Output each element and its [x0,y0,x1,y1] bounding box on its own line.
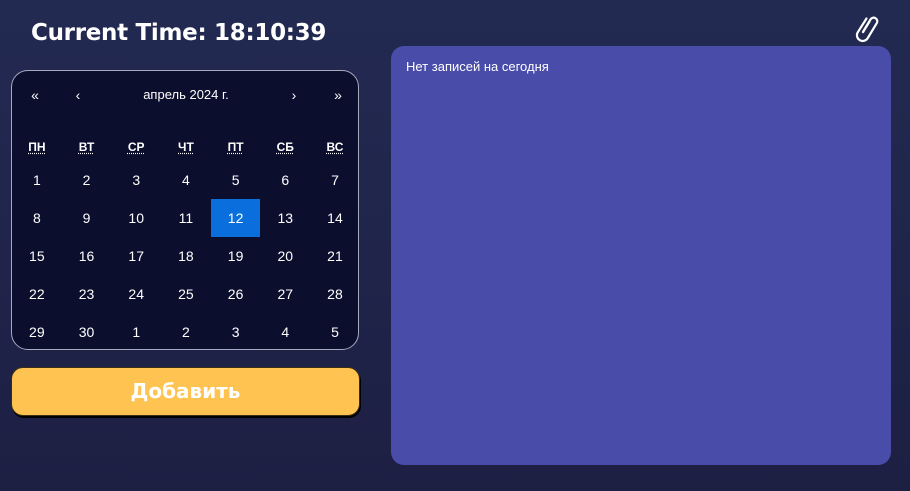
calendar-day[interactable]: 11 [161,199,211,237]
weekday-label: ПН [28,140,46,154]
calendar-day[interactable]: 21 [310,237,360,275]
calendar-day[interactable]: 16 [62,237,112,275]
prev-year-button[interactable]: « [20,83,50,107]
calendar-day[interactable]: 17 [111,237,161,275]
notes-panel: Нет записей на сегодня [391,46,891,465]
calendar-day[interactable]: 7 [310,161,360,199]
weekday-label: ВС [326,140,344,154]
calendar-day[interactable]: 26 [211,275,261,313]
calendar: « ‹ апрель 2024 г. › » ПН ВТ СР ЧТ ПТ СБ… [11,70,359,350]
calendar-day[interactable]: 19 [211,237,261,275]
calendar-day[interactable]: 28 [310,275,360,313]
calendar-day[interactable]: 24 [111,275,161,313]
month-label[interactable]: апрель 2024 г. [122,83,250,107]
calendar-day[interactable]: 9 [62,199,112,237]
weekday-label: ВТ [78,140,95,154]
calendar-day[interactable]: 3 [111,161,161,199]
calendar-day[interactable]: 20 [260,237,310,275]
weekday-header: ПН ВТ СР ЧТ ПТ СБ ВС [12,135,360,159]
weekday-label: ЧТ [178,140,194,154]
calendar-day[interactable]: 23 [62,275,112,313]
prev-month-button[interactable]: ‹ [63,83,93,107]
calendar-days-grid: 1 2 3 4 5 6 7 8 9 10 11 12 13 14 15 16 17 18 19 20 21 22 23 24 2… [12,161,360,351]
calendar-day[interactable]: 2 [161,313,211,351]
calendar-day[interactable]: 4 [161,161,211,199]
paperclip-icon[interactable] [854,12,880,44]
calendar-day[interactable]: 10 [111,199,161,237]
calendar-day[interactable]: 5 [310,313,360,351]
calendar-day[interactable]: 2 [62,161,112,199]
weekday-label: ПТ [227,140,244,154]
calendar-day[interactable]: 29 [12,313,62,351]
calendar-day[interactable]: 4 [260,313,310,351]
calendar-day[interactable]: 22 [12,275,62,313]
empty-notes-message: Нет записей на сегодня [406,59,549,74]
weekday-label: СБ [276,140,294,154]
calendar-day[interactable]: 30 [62,313,112,351]
calendar-day[interactable]: 1 [12,161,62,199]
calendar-day[interactable]: 1 [111,313,161,351]
calendar-day[interactable]: 15 [12,237,62,275]
calendar-day[interactable]: 14 [310,199,360,237]
calendar-day-selected[interactable]: 12 [210,199,261,237]
calendar-day[interactable]: 18 [161,237,211,275]
next-month-button[interactable]: › [279,83,309,107]
next-year-button[interactable]: » [323,83,353,107]
calendar-day[interactable]: 3 [211,313,261,351]
calendar-day[interactable]: 13 [260,199,310,237]
calendar-day[interactable]: 6 [260,161,310,199]
current-time-label: Current Time: 18:10:39 [31,20,327,46]
calendar-day[interactable]: 8 [12,199,62,237]
weekday-label: СР [127,140,145,154]
add-button[interactable]: Добавить [11,367,360,416]
calendar-day[interactable]: 25 [161,275,211,313]
calendar-day[interactable]: 5 [211,161,261,199]
calendar-day[interactable]: 27 [260,275,310,313]
